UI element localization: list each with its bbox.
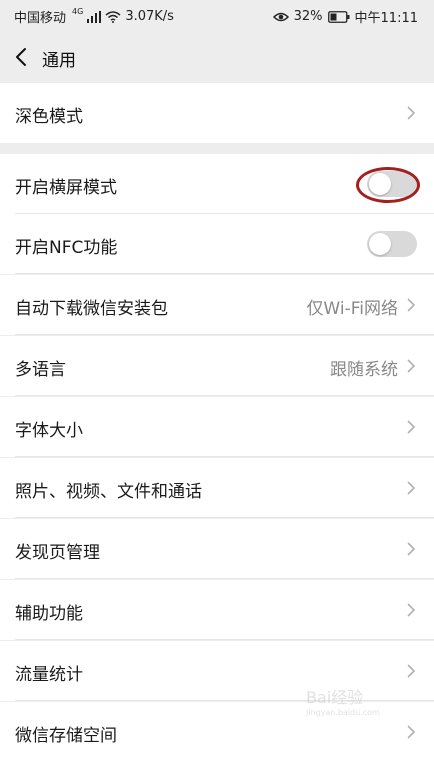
carrier-name: 中国移动 — [14, 11, 67, 26]
row-label: 微信存储空间 — [15, 726, 117, 746]
status-left: 中国移动 4G 3.07K/s — [14, 7, 174, 26]
settings-row-media[interactable]: 照片、视频、文件和通话 — [0, 458, 434, 518]
eye-icon — [272, 12, 289, 21]
settings-row-dark-mode[interactable]: 深色模式 — [0, 83, 434, 143]
wifi-icon — [105, 10, 121, 23]
divider — [15, 517, 434, 518]
net-speed: 3.07K/s — [125, 9, 174, 24]
chevron-right-icon — [407, 298, 416, 312]
clock: 中午11:11 — [354, 11, 418, 26]
battery-percent: 32% — [293, 9, 323, 24]
row-label: 开启NFC功能 — [15, 238, 118, 258]
nfc-toggle[interactable] — [367, 231, 417, 257]
chevron-right-icon — [407, 725, 416, 739]
battery-icon — [327, 10, 350, 23]
settings-row-nfc: 开启NFC功能 — [0, 214, 434, 274]
divider — [15, 578, 434, 579]
highlight-circle — [356, 167, 420, 203]
row-label: 多语言 — [15, 360, 66, 380]
chevron-right-icon — [407, 542, 416, 556]
signal-icon — [87, 10, 102, 23]
row-label: 照片、视频、文件和通话 — [15, 482, 202, 502]
watermark-text: Bai经验 — [306, 688, 363, 707]
row-label: 流量统计 — [15, 665, 83, 685]
row-label: 自动下载微信安装包 — [15, 299, 168, 319]
chevron-right-icon — [407, 481, 416, 495]
nav-bar: 通用 — [0, 32, 434, 82]
network-type: 4G — [72, 7, 84, 16]
divider — [15, 334, 434, 335]
status-right: 32% 中午11:11 — [272, 7, 418, 26]
watermark-url: jingyan.baidu.com — [306, 708, 380, 717]
settings-row-language[interactable]: 多语言 跟随系统 — [0, 336, 434, 396]
row-label: 开启横屏模式 — [15, 178, 117, 198]
chevron-right-icon — [407, 106, 416, 120]
divider — [15, 395, 434, 396]
chevron-right-icon — [407, 664, 416, 678]
settings-row-accessibility[interactable]: 辅助功能 — [0, 580, 434, 640]
chevron-right-icon — [407, 603, 416, 617]
settings-row-font-size[interactable]: 字体大小 — [0, 397, 434, 457]
divider — [15, 639, 434, 640]
baidu-jingyan-watermark: Bai经验 jingyan.baidu.com — [306, 688, 380, 717]
status-bar: 中国移动 4G 3.07K/s 32% 中午11:11 — [0, 0, 434, 32]
divider — [15, 273, 434, 274]
chevron-right-icon — [407, 359, 416, 373]
divider — [15, 456, 434, 457]
row-label: 深色模式 — [15, 107, 83, 127]
settings-row-discover[interactable]: 发现页管理 — [0, 519, 434, 579]
row-value: 跟随系统 — [330, 360, 398, 380]
row-label: 辅助功能 — [15, 604, 83, 624]
settings-row-landscape: 开启横屏模式 — [0, 154, 434, 214]
toggle-knob — [369, 233, 391, 255]
settings-row-auto-download[interactable]: 自动下载微信安装包 仅Wi-Fi网络 — [0, 275, 434, 335]
row-label: 字体大小 — [15, 421, 83, 441]
back-arrow-icon[interactable] — [12, 45, 34, 69]
row-value: 仅Wi-Fi网络 — [306, 299, 398, 319]
row-label: 发现页管理 — [15, 543, 100, 563]
chevron-right-icon — [407, 420, 416, 434]
page-title: 通用 — [42, 51, 76, 71]
